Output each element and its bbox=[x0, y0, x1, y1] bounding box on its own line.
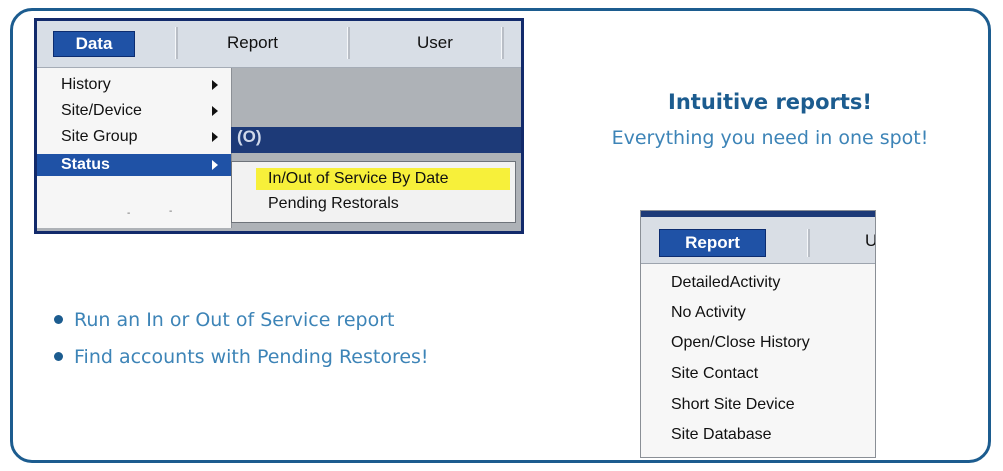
list-item: Find accounts with Pending Restores! bbox=[52, 339, 429, 376]
background-text: (O) bbox=[237, 127, 262, 146]
status-submenu: In/Out of Service By Date Pending Restor… bbox=[231, 161, 516, 223]
menu-report[interactable]: Report bbox=[659, 229, 766, 257]
dropdown-item-site-device[interactable]: Site/Device bbox=[37, 100, 231, 122]
report-item-detailed-activity[interactable]: DetailedActivity bbox=[671, 274, 780, 292]
submenu-arrow-icon bbox=[212, 80, 218, 90]
menu-report[interactable]: Report bbox=[227, 33, 278, 53]
screen-artifact: - bbox=[127, 208, 131, 219]
menu-separator bbox=[175, 27, 178, 59]
dropdown-item-label: Site Group bbox=[61, 128, 138, 145]
report-item-no-activity[interactable]: No Activity bbox=[671, 304, 746, 322]
background-window-strip: (O) bbox=[231, 127, 521, 153]
submenu-arrow-icon bbox=[212, 160, 218, 170]
report-menu-screenshot: Report U DetailedActivity No Activity Op… bbox=[640, 210, 876, 458]
menu-separator bbox=[807, 229, 810, 257]
dropdown-item-label: History bbox=[61, 76, 111, 93]
feature-list: Run an In or Out of Service report Find … bbox=[52, 302, 429, 376]
headline: Intuitive reports! bbox=[668, 90, 872, 114]
menubar: Data Report User bbox=[37, 21, 521, 68]
dropdown-item-label: Site/Device bbox=[61, 102, 142, 119]
report-item-short-site-device[interactable]: Short Site Device bbox=[671, 396, 795, 414]
menu-user-partial[interactable]: U bbox=[865, 231, 875, 251]
subheadline: Everything you need in one spot! bbox=[611, 127, 929, 149]
submenu-item-in-out-of-service[interactable]: In/Out of Service By Date bbox=[268, 170, 449, 188]
list-item-text: Run an In or Out of Service report bbox=[74, 309, 395, 331]
list-item: Run an In or Out of Service report bbox=[52, 302, 429, 339]
menu-user[interactable]: User bbox=[417, 33, 453, 53]
menubar: Report U bbox=[641, 217, 875, 264]
menu-separator bbox=[347, 27, 350, 59]
submenu-arrow-icon bbox=[212, 132, 218, 142]
submenu-item-pending-restorals[interactable]: Pending Restorals bbox=[268, 195, 399, 213]
dropdown-item-site-group[interactable]: Site Group bbox=[37, 126, 231, 148]
dropdown-item-status[interactable]: Status bbox=[37, 154, 231, 176]
screen-artifact: - bbox=[169, 206, 173, 217]
menu-data[interactable]: Data bbox=[53, 31, 135, 57]
dropdown-item-label: Status bbox=[61, 156, 110, 173]
submenu-arrow-icon bbox=[212, 106, 218, 116]
data-menu-screenshot: Data Report User History Site/Device Sit… bbox=[34, 18, 524, 234]
menu-separator bbox=[501, 27, 504, 59]
bullet-icon bbox=[54, 315, 63, 324]
dropdown-item-history[interactable]: History bbox=[37, 74, 231, 96]
list-item-text: Find accounts with Pending Restores! bbox=[74, 346, 429, 368]
data-dropdown: History Site/Device Site Group Status - … bbox=[37, 68, 232, 228]
report-item-site-database[interactable]: Site Database bbox=[671, 426, 772, 444]
report-item-site-contact[interactable]: Site Contact bbox=[671, 365, 758, 383]
report-item-open-close-history[interactable]: Open/Close History bbox=[671, 334, 810, 352]
bullet-icon bbox=[54, 352, 63, 361]
